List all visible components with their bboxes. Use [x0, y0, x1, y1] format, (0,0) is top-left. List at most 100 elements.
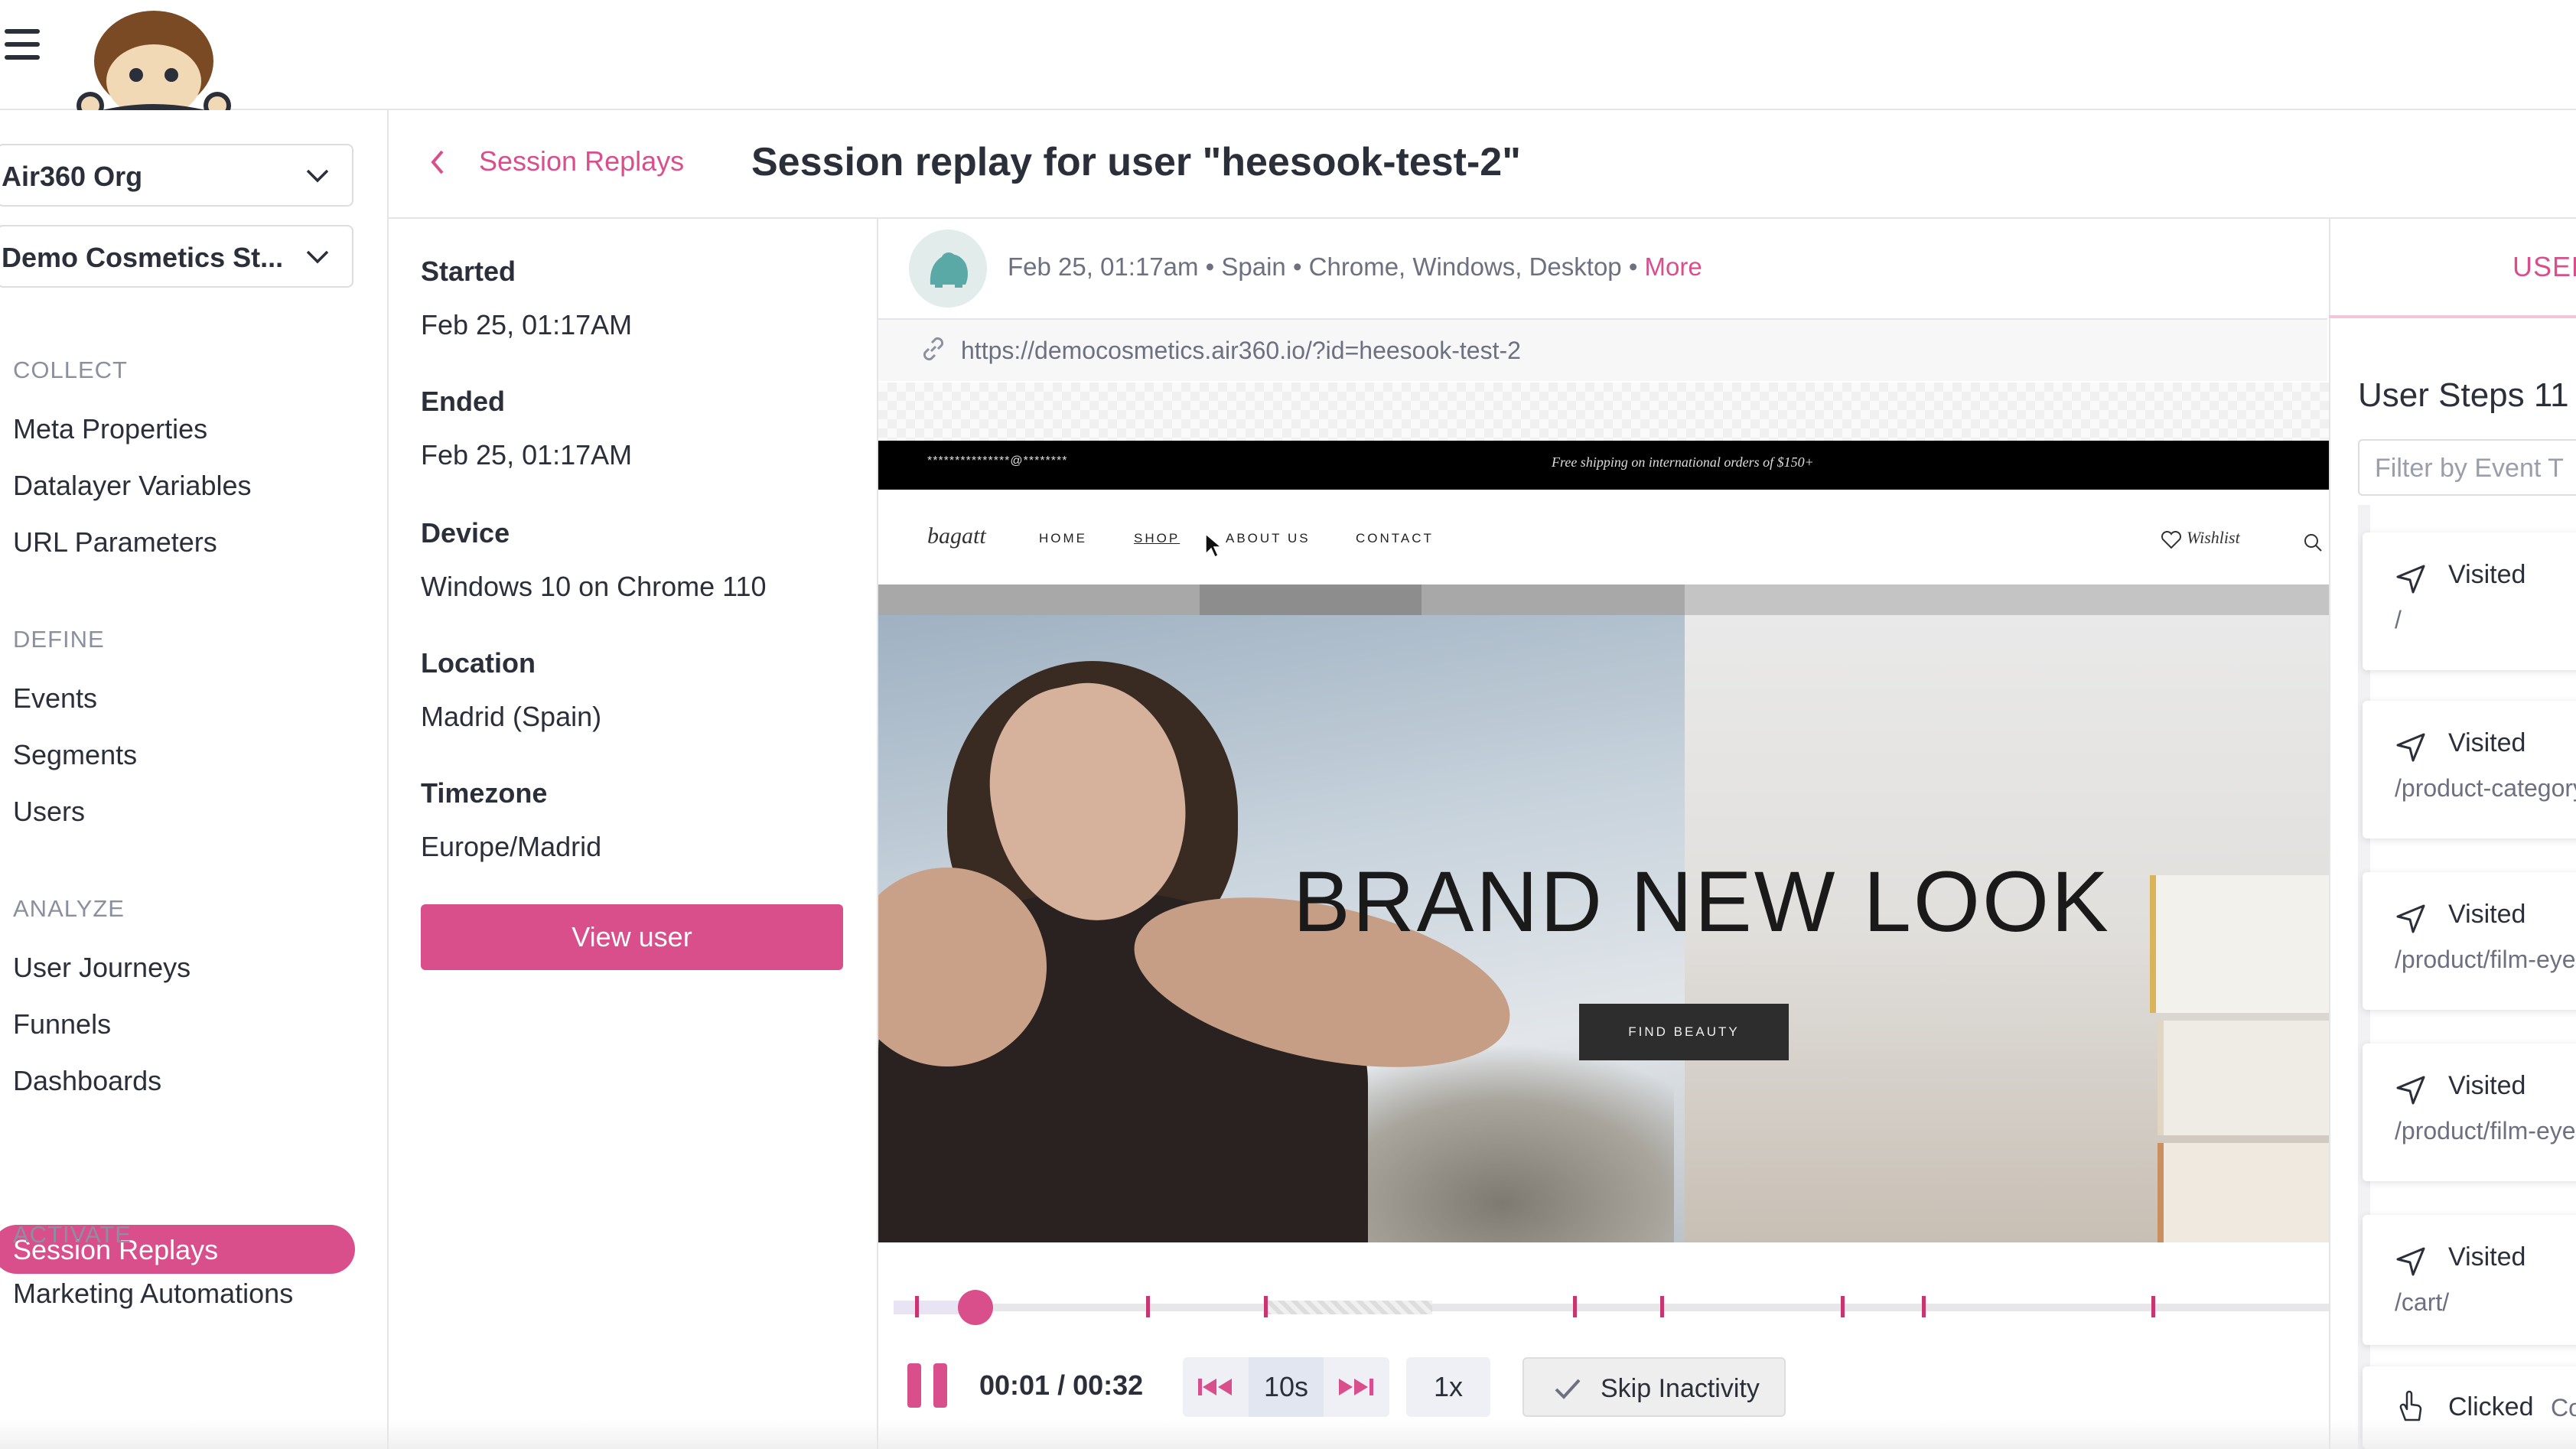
timeline-event-marker[interactable] [1264, 1296, 1268, 1317]
sidebar-item-funnels[interactable]: Funnels [13, 1008, 111, 1040]
loading-band [1685, 584, 2358, 615]
more-link[interactable]: More [1645, 252, 1702, 281]
sidebar-item-dashboards[interactable]: Dashboards [13, 1065, 161, 1097]
site-nav-contact[interactable]: CONTACT [1356, 531, 1434, 546]
sidebar-item-events[interactable]: Events [13, 682, 97, 715]
chevron-left-icon [431, 150, 444, 174]
replayed-website[interactable]: ***************@******** Free shipping o… [878, 441, 2358, 1242]
navigation-arrow-icon [2396, 565, 2425, 594]
navigation-arrow-icon [2396, 733, 2425, 762]
step-path: /product-category [2395, 774, 2576, 802]
sidebar: Air360 Org Demo Cosmetics St... COLLECT … [0, 110, 389, 1449]
event-filter-input[interactable] [2373, 453, 2576, 484]
step-path: Co [2551, 1394, 2576, 1421]
hamburger-menu-icon[interactable] [5, 29, 40, 60]
gorilla-avatar-icon [930, 252, 968, 288]
site-nav-home[interactable]: HOME [1039, 531, 1087, 546]
timeline-inactive-segment [1265, 1301, 1432, 1314]
org-select-value: Air360 Org [2, 161, 143, 192]
sidebar-item-user-journeys[interactable]: User Journeys [13, 952, 191, 984]
step-path: /product/film-eye [2395, 946, 2576, 973]
promo-masked-text: ***************@******** [927, 454, 1068, 467]
hero-banner: BRAND NEW LOOK FIND BEAUTY [878, 615, 2358, 1242]
rewind-icon [1198, 1379, 1232, 1395]
loading-band [1200, 584, 1422, 615]
mouse-cursor-icon [1205, 532, 1223, 558]
step-path: / [2395, 606, 2402, 633]
skip-inactivity-toggle[interactable]: Skip Inactivity [1522, 1357, 1786, 1417]
search-icon[interactable] [2303, 532, 2323, 552]
started-label: Started [421, 256, 516, 287]
timeline-event-marker[interactable] [2151, 1296, 2155, 1317]
fast-forward-button[interactable] [1324, 1357, 1389, 1417]
promo-shipping-text: Free shipping on international orders of… [1552, 454, 1814, 470]
site-select[interactable]: Demo Cosmetics St... [0, 225, 353, 288]
list-item[interactable]: Visited /product/film-eye [2363, 872, 2576, 1010]
navigation-arrow-icon [2396, 1247, 2425, 1276]
pointer-hand-icon [2399, 1390, 2422, 1421]
pause-button[interactable] [907, 1363, 949, 1408]
tab-user[interactable]: USER [2512, 251, 2576, 283]
event-filter-field[interactable] [2358, 439, 2576, 496]
chevron-down-icon [306, 250, 329, 264]
replay-timeline[interactable] [894, 1304, 2494, 1311]
step-action: Visited [2448, 1071, 2526, 1100]
site-logo: bagatt [927, 523, 986, 549]
link-icon [923, 337, 944, 361]
section-collect: COLLECT [13, 357, 128, 383]
started-value: Feb 25, 01:17AM [421, 309, 633, 340]
page-title: Session replay for user "heesook-test-2" [751, 140, 1521, 184]
skip-step-label[interactable]: 10s [1249, 1357, 1324, 1417]
org-select[interactable]: Air360 Org [0, 144, 353, 207]
avatar [909, 230, 987, 308]
step-path: /cart/ [2395, 1288, 2450, 1316]
list-item[interactable]: Visited /product-category [2363, 701, 2576, 838]
timeline-event-marker[interactable] [915, 1296, 919, 1317]
list-item[interactable]: Visited /product/film-eye [2363, 1044, 2576, 1181]
sidebar-item-segments[interactable]: Segments [13, 739, 137, 771]
section-define: DEFINE [13, 626, 105, 653]
site-wishlist[interactable]: Wishlist [2187, 528, 2240, 548]
site-nav-shop[interactable]: SHOP [1134, 531, 1180, 546]
sidebar-item-marketing-automations[interactable]: Marketing Automations [13, 1278, 293, 1310]
top-bar [0, 0, 2576, 110]
timeline-event-marker[interactable] [1660, 1296, 1664, 1317]
timeline-event-marker[interactable] [1841, 1296, 1845, 1317]
timezone-label: Timezone [421, 777, 548, 809]
site-select-value: Demo Cosmetics St... [2, 242, 284, 273]
view-user-button[interactable]: View user [421, 904, 843, 970]
session-summary: Feb 25, 01:17am • Spain • Chrome, Window… [1008, 252, 1702, 282]
find-beauty-button[interactable]: FIND BEAUTY [1579, 1004, 1789, 1060]
list-item[interactable]: Visited / [2363, 532, 2576, 670]
ended-value: Feb 25, 01:17AM [421, 439, 633, 471]
rewind-button[interactable] [1183, 1357, 1249, 1417]
device-label: Device [421, 517, 510, 549]
sidebar-item-meta-properties[interactable]: Meta Properties [13, 413, 207, 445]
site-nav-about[interactable]: ABOUT US [1226, 531, 1311, 546]
bottom-shadow [0, 1420, 2576, 1449]
navigation-arrow-icon [2396, 904, 2425, 933]
tab-underline [2329, 315, 2576, 318]
sidebar-item-users[interactable]: Users [13, 796, 85, 828]
session-details: Started Feb 25, 01:17AM Ended Feb 25, 01… [389, 219, 878, 1449]
ended-label: Ended [421, 386, 506, 417]
step-action: Visited [2448, 1242, 2526, 1272]
timeline-event-marker[interactable] [1146, 1296, 1150, 1317]
check-icon [1555, 1379, 1581, 1399]
step-path: /product/film-eye [2395, 1117, 2576, 1145]
playback-speed-button[interactable]: 1x [1406, 1357, 1490, 1417]
heart-icon [2161, 531, 2182, 549]
sidebar-item-url-parameters[interactable]: URL Parameters [13, 526, 217, 558]
hero-headline: BRAND NEW LOOK [1293, 854, 2111, 949]
pause-icon [933, 1363, 947, 1408]
timeline-playhead[interactable] [958, 1290, 993, 1325]
session-url: https://democosmetics.air360.io/?id=hees… [961, 337, 1521, 364]
list-item[interactable]: Visited /cart/ [2363, 1215, 2576, 1345]
timeline-event-marker[interactable] [1922, 1296, 1926, 1317]
step-action: Clicked [2448, 1392, 2534, 1421]
promo-bar: ***************@******** Free shipping o… [878, 441, 2358, 490]
monkey-logo[interactable] [66, 8, 242, 126]
sidebar-item-datalayer-variables[interactable]: Datalayer Variables [13, 470, 251, 502]
timeline-event-marker[interactable] [1573, 1296, 1577, 1317]
section-analyze: ANALYZE [13, 895, 125, 922]
